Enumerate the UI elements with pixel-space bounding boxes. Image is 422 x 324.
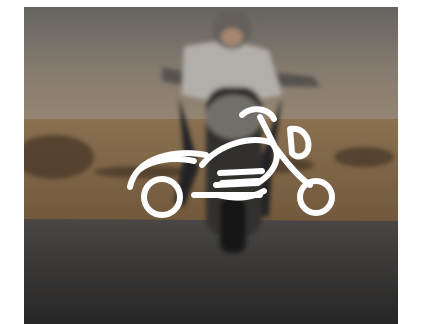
page (0, 0, 422, 324)
motorcycle-icon (127, 106, 335, 218)
category-card-motorcycles[interactable] (24, 7, 398, 324)
